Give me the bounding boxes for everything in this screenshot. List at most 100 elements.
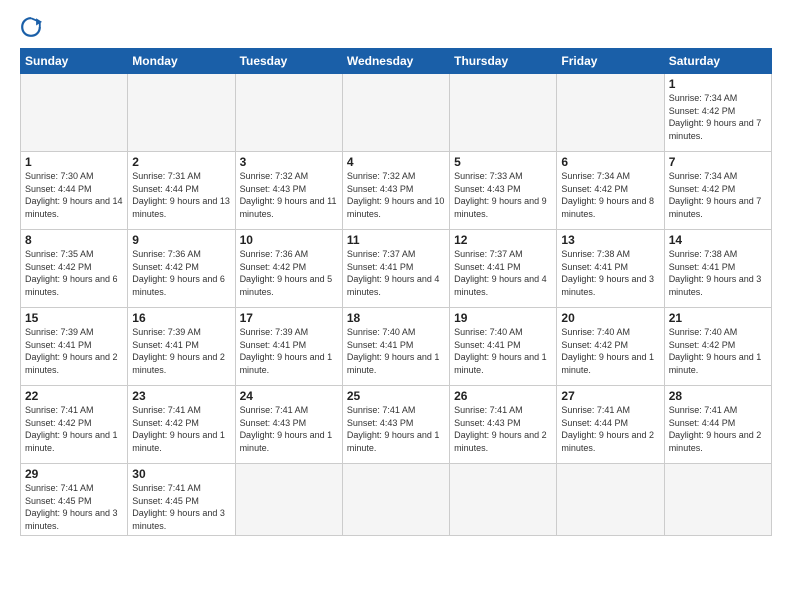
day-number: 26: [454, 389, 552, 403]
day-cell: 9 Sunrise: 7:36 AM Sunset: 4:42 PM Dayli…: [128, 230, 235, 308]
day-number: 9: [132, 233, 230, 247]
day-info: Sunrise: 7:41 AM Sunset: 4:45 PM Dayligh…: [25, 482, 123, 532]
day-cell: 14 Sunrise: 7:38 AM Sunset: 4:41 PM Dayl…: [664, 230, 771, 308]
day-cell: 15 Sunrise: 7:39 AM Sunset: 4:41 PM Dayl…: [21, 308, 128, 386]
day-info: Sunrise: 7:41 AM Sunset: 4:44 PM Dayligh…: [669, 404, 767, 454]
page: SundayMondayTuesdayWednesdayThursdayFrid…: [0, 0, 792, 612]
day-number: 10: [240, 233, 338, 247]
day-info: Sunrise: 7:41 AM Sunset: 4:42 PM Dayligh…: [132, 404, 230, 454]
day-number: 12: [454, 233, 552, 247]
day-number: 16: [132, 311, 230, 325]
day-cell: 28 Sunrise: 7:41 AM Sunset: 4:44 PM Dayl…: [664, 386, 771, 464]
weekday-header: Wednesday: [342, 49, 449, 74]
day-info: Sunrise: 7:30 AM Sunset: 4:44 PM Dayligh…: [25, 170, 123, 220]
day-number: 20: [561, 311, 659, 325]
day-cell: 18 Sunrise: 7:40 AM Sunset: 4:41 PM Dayl…: [342, 308, 449, 386]
day-cell: 23 Sunrise: 7:41 AM Sunset: 4:42 PM Dayl…: [128, 386, 235, 464]
day-number: 1: [25, 155, 123, 169]
day-cell: 25 Sunrise: 7:41 AM Sunset: 4:43 PM Dayl…: [342, 386, 449, 464]
day-info: Sunrise: 7:40 AM Sunset: 4:42 PM Dayligh…: [669, 326, 767, 376]
weekday-header: Tuesday: [235, 49, 342, 74]
day-info: Sunrise: 7:41 AM Sunset: 4:44 PM Dayligh…: [561, 404, 659, 454]
day-info: Sunrise: 7:41 AM Sunset: 4:42 PM Dayligh…: [25, 404, 123, 454]
day-cell: 12 Sunrise: 7:37 AM Sunset: 4:41 PM Dayl…: [450, 230, 557, 308]
day-cell: 7 Sunrise: 7:34 AM Sunset: 4:42 PM Dayli…: [664, 152, 771, 230]
day-number: 19: [454, 311, 552, 325]
day-info: Sunrise: 7:41 AM Sunset: 4:43 PM Dayligh…: [454, 404, 552, 454]
day-info: Sunrise: 7:36 AM Sunset: 4:42 PM Dayligh…: [132, 248, 230, 298]
day-number: 14: [669, 233, 767, 247]
day-number: 6: [561, 155, 659, 169]
day-number: 15: [25, 311, 123, 325]
weekday-header: Saturday: [664, 49, 771, 74]
weekday-header: Monday: [128, 49, 235, 74]
empty-cell: [235, 464, 342, 536]
day-info: Sunrise: 7:35 AM Sunset: 4:42 PM Dayligh…: [25, 248, 123, 298]
empty-cell: [557, 74, 664, 152]
day-info: Sunrise: 7:38 AM Sunset: 4:41 PM Dayligh…: [561, 248, 659, 298]
day-number: 27: [561, 389, 659, 403]
day-cell: 30 Sunrise: 7:41 AM Sunset: 4:45 PM Dayl…: [128, 464, 235, 536]
day-info: Sunrise: 7:40 AM Sunset: 4:41 PM Dayligh…: [347, 326, 445, 376]
empty-cell: [450, 74, 557, 152]
day-cell: 1 Sunrise: 7:34 AM Sunset: 4:42 PM Dayli…: [664, 74, 771, 152]
day-number: 2: [132, 155, 230, 169]
day-info: Sunrise: 7:38 AM Sunset: 4:41 PM Dayligh…: [669, 248, 767, 298]
empty-cell: [21, 74, 128, 152]
day-cell: 24 Sunrise: 7:41 AM Sunset: 4:43 PM Dayl…: [235, 386, 342, 464]
day-number: 28: [669, 389, 767, 403]
day-info: Sunrise: 7:37 AM Sunset: 4:41 PM Dayligh…: [347, 248, 445, 298]
day-info: Sunrise: 7:32 AM Sunset: 4:43 PM Dayligh…: [347, 170, 445, 220]
day-info: Sunrise: 7:39 AM Sunset: 4:41 PM Dayligh…: [25, 326, 123, 376]
logo: [20, 16, 46, 38]
empty-cell: [342, 464, 449, 536]
empty-cell: [128, 74, 235, 152]
day-cell: 11 Sunrise: 7:37 AM Sunset: 4:41 PM Dayl…: [342, 230, 449, 308]
day-info: Sunrise: 7:41 AM Sunset: 4:43 PM Dayligh…: [347, 404, 445, 454]
day-cell: 3 Sunrise: 7:32 AM Sunset: 4:43 PM Dayli…: [235, 152, 342, 230]
day-number: 8: [25, 233, 123, 247]
day-cell: 26 Sunrise: 7:41 AM Sunset: 4:43 PM Dayl…: [450, 386, 557, 464]
day-cell: 17 Sunrise: 7:39 AM Sunset: 4:41 PM Dayl…: [235, 308, 342, 386]
empty-cell: [557, 464, 664, 536]
day-cell: 22 Sunrise: 7:41 AM Sunset: 4:42 PM Dayl…: [21, 386, 128, 464]
weekday-header: Thursday: [450, 49, 557, 74]
day-info: Sunrise: 7:40 AM Sunset: 4:42 PM Dayligh…: [561, 326, 659, 376]
day-number: 3: [240, 155, 338, 169]
day-number: 1: [669, 77, 767, 91]
day-number: 21: [669, 311, 767, 325]
day-number: 25: [347, 389, 445, 403]
day-info: Sunrise: 7:40 AM Sunset: 4:41 PM Dayligh…: [454, 326, 552, 376]
day-number: 29: [25, 467, 123, 481]
weekday-header: Friday: [557, 49, 664, 74]
day-cell: 27 Sunrise: 7:41 AM Sunset: 4:44 PM Dayl…: [557, 386, 664, 464]
day-number: 5: [454, 155, 552, 169]
empty-cell: [342, 74, 449, 152]
day-cell: 20 Sunrise: 7:40 AM Sunset: 4:42 PM Dayl…: [557, 308, 664, 386]
day-cell: 5 Sunrise: 7:33 AM Sunset: 4:43 PM Dayli…: [450, 152, 557, 230]
day-number: 7: [669, 155, 767, 169]
day-cell: 6 Sunrise: 7:34 AM Sunset: 4:42 PM Dayli…: [557, 152, 664, 230]
day-number: 13: [561, 233, 659, 247]
day-info: Sunrise: 7:41 AM Sunset: 4:43 PM Dayligh…: [240, 404, 338, 454]
header: [20, 16, 772, 38]
day-number: 23: [132, 389, 230, 403]
weekday-header: Sunday: [21, 49, 128, 74]
day-cell: 10 Sunrise: 7:36 AM Sunset: 4:42 PM Dayl…: [235, 230, 342, 308]
day-number: 24: [240, 389, 338, 403]
day-info: Sunrise: 7:36 AM Sunset: 4:42 PM Dayligh…: [240, 248, 338, 298]
day-info: Sunrise: 7:32 AM Sunset: 4:43 PM Dayligh…: [240, 170, 338, 220]
day-info: Sunrise: 7:34 AM Sunset: 4:42 PM Dayligh…: [669, 170, 767, 220]
empty-cell: [235, 74, 342, 152]
day-info: Sunrise: 7:39 AM Sunset: 4:41 PM Dayligh…: [240, 326, 338, 376]
day-number: 11: [347, 233, 445, 247]
day-number: 17: [240, 311, 338, 325]
day-number: 4: [347, 155, 445, 169]
day-info: Sunrise: 7:41 AM Sunset: 4:45 PM Dayligh…: [132, 482, 230, 532]
day-cell: 16 Sunrise: 7:39 AM Sunset: 4:41 PM Dayl…: [128, 308, 235, 386]
day-cell: 21 Sunrise: 7:40 AM Sunset: 4:42 PM Dayl…: [664, 308, 771, 386]
day-cell: 13 Sunrise: 7:38 AM Sunset: 4:41 PM Dayl…: [557, 230, 664, 308]
empty-cell: [450, 464, 557, 536]
day-cell: 29 Sunrise: 7:41 AM Sunset: 4:45 PM Dayl…: [21, 464, 128, 536]
day-cell: 1 Sunrise: 7:30 AM Sunset: 4:44 PM Dayli…: [21, 152, 128, 230]
